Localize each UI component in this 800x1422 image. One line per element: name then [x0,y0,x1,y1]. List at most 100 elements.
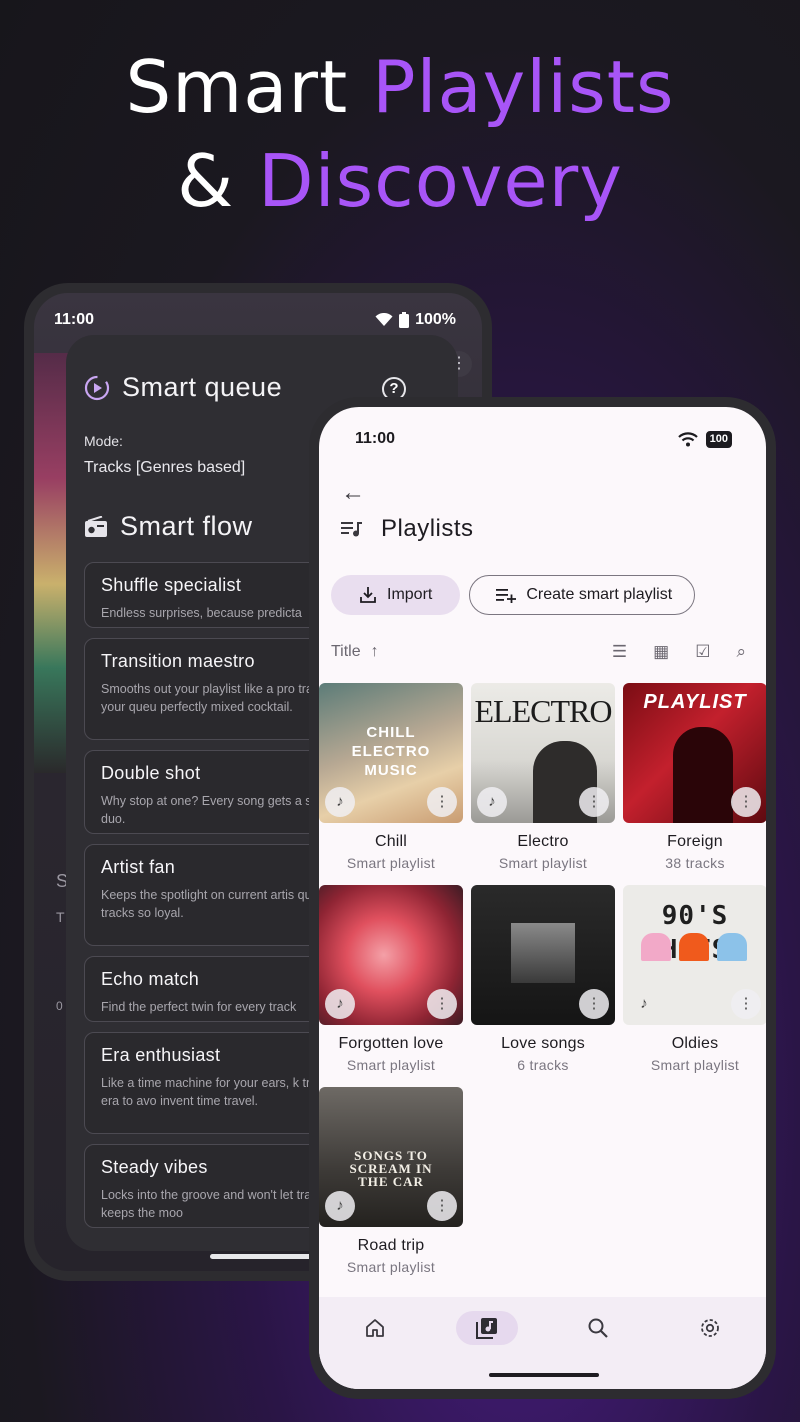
playlist-cover: ⋮ [471,885,615,1025]
page-header: Playlists [341,515,474,543]
headline-line-1: Smart Playlists [0,40,800,134]
cover-text: CHILL ELECTRO MUSIC [351,724,431,779]
more-options-icon[interactable]: ⋮ [427,1191,457,1221]
playlist-icon [341,522,362,537]
headline-line-2: & Discovery [0,134,800,228]
front-phone: 11:00 100 ← Playlists Import Create smar… [309,397,776,1399]
more-options-icon[interactable]: ⋮ [427,787,457,817]
search-icon [588,1318,609,1338]
home-icon [365,1319,384,1337]
status-time: 11:00 [54,311,95,328]
arrow-up-icon: ↑ [370,643,379,660]
playlist-cover: ♪ ⋮ [319,885,463,1025]
playlist-tile-forgotten-love[interactable]: ♪ ⋮ Forgotten love Smart playlist [319,885,463,1079]
playlist-cover: CHILL ELECTRO MUSIC ♪ ⋮ [319,683,463,823]
pixel-ghost-orange [679,933,709,961]
more-options-icon[interactable]: ⋮ [579,787,609,817]
playlist-tile-road-trip[interactable]: SONGS TO SCREAM IN THE CAR ♪ ⋮ Road trip S… [319,1087,463,1281]
playlist-grid: CHILL ELECTRO MUSIC ♪ ⋮ Chill Smart playli… [319,683,766,1281]
cover-text: ELECTRO [474,693,613,729]
couple-photo [511,923,575,983]
music-note-icon: ♪ [477,787,507,817]
cover-text: PLAYLIST [643,691,747,713]
cover-text: SONGS TO SCREAM IN THE CAR [349,1148,433,1189]
headline-word-playlists: Playlists [372,45,675,129]
import-label: Import [387,586,433,603]
playlist-subtitle: 6 tracks [517,1057,569,1073]
grid-view-icon[interactable]: ▦ [653,642,669,662]
settings-icon [701,1319,720,1337]
wifi-icon [375,313,393,326]
playlist-cover: 90'SHITS ♪ ⋮ [623,885,766,1025]
select-icon[interactable]: ☑ [695,642,710,662]
smart-queue-title: Smart queue [122,372,283,402]
smart-flow-title: Smart flow [120,511,253,541]
battery-percent: 100% [415,311,456,328]
hidden-artist-letter: T [56,909,65,925]
nav-library[interactable] [455,1311,518,1345]
hidden-time-letter: 0 [56,999,63,1013]
playlist-cover: SONGS TO SCREAM IN THE CAR ♪ ⋮ [319,1087,463,1227]
sort-toolbar: Title ↑ ☰ ▦ ☑ ⌕ [331,639,746,665]
playlist-name: Road trip [357,1237,425,1254]
import-button[interactable]: Import [331,575,461,615]
playlist-name: Electro [517,833,569,850]
playlist-subtitle: 38 tracks [665,855,725,871]
page-title: Playlists [381,515,474,542]
artist-figure [673,727,733,823]
more-options-icon[interactable]: ⋮ [579,989,609,1019]
playlist-tile-love-songs[interactable]: ⋮ Love songs 6 tracks [471,885,615,1079]
playlist-subtitle: Smart playlist [346,1259,436,1275]
playlist-name: Forgotten love [338,1035,444,1052]
download-icon [360,587,376,603]
battery-icon: 100 [705,430,732,448]
pixel-ghost-pink [641,933,671,961]
action-row: Import Create smart playlist [331,575,696,615]
playlist-name: Love songs [501,1035,585,1052]
playlist-add-icon [496,589,517,603]
playlist-tile-foreign[interactable]: PLAYLIST ⋮ Foreign 38 tracks [623,683,766,877]
front-phone-screen: 11:00 100 ← Playlists Import Create smar… [319,407,766,1389]
headline-word-discovery: Discovery [258,139,623,223]
status-time: 11:00 [355,430,396,447]
status-bar: 11:00 100 [355,427,732,451]
playlist-subtitle: Smart playlist [650,1057,740,1073]
radio-icon [85,515,107,537]
playlist-tile-chill[interactable]: CHILL ELECTRO MUSIC ♪ ⋮ Chill Smart playli… [319,683,463,877]
create-smart-playlist-label: Create smart playlist [526,586,673,603]
search-icon[interactable]: ⌕ [736,642,746,662]
playlist-tile-oldies[interactable]: 90'SHITS ♪ ⋮ Oldies Smart playlist [623,885,766,1079]
more-options-icon[interactable]: ⋮ [427,989,457,1019]
filter-icon[interactable]: ☰ [612,642,627,662]
playlist-name: Chill [374,833,408,850]
battery-icon [399,312,410,328]
music-note-icon: ♪ [325,1191,355,1221]
playlist-cover: PLAYLIST ⋮ [623,683,766,823]
nav-settings[interactable] [679,1311,741,1345]
music-note-icon: ♪ [325,989,355,1019]
smart-queue-icon [84,375,110,400]
music-note-icon: ♪ [325,787,355,817]
sort-control[interactable]: Title ↑ [331,643,379,661]
playlist-tile-electro[interactable]: ELECTRO ♪ ⋮ Electro Smart playlist [471,683,615,877]
nav-search[interactable] [567,1311,629,1345]
more-options-icon[interactable]: ⋮ [731,787,761,817]
playlist-subtitle: Smart playlist [346,855,436,871]
nav-home[interactable] [344,1311,406,1345]
gesture-handle [489,1373,599,1377]
library-icon [475,1318,497,1339]
playlist-name: Foreign [667,833,723,850]
music-note-icon: ♪ [640,995,648,1012]
playlist-subtitle: Smart playlist [346,1057,436,1073]
create-smart-playlist-button[interactable]: Create smart playlist [469,575,696,615]
more-options-icon[interactable]: ⋮ [731,989,761,1019]
back-arrow-icon[interactable]: ← [341,479,365,507]
playlist-subtitle: Smart playlist [498,855,588,871]
headline-word-and: & [177,139,235,223]
status-bar: 11:00 100% [54,305,456,335]
playlist-name: Oldies [671,1035,719,1052]
wifi-icon [677,431,698,446]
sort-label: Title [331,643,361,660]
headline-word-smart: Smart [125,45,349,129]
pixel-ghost-blue [717,933,747,961]
